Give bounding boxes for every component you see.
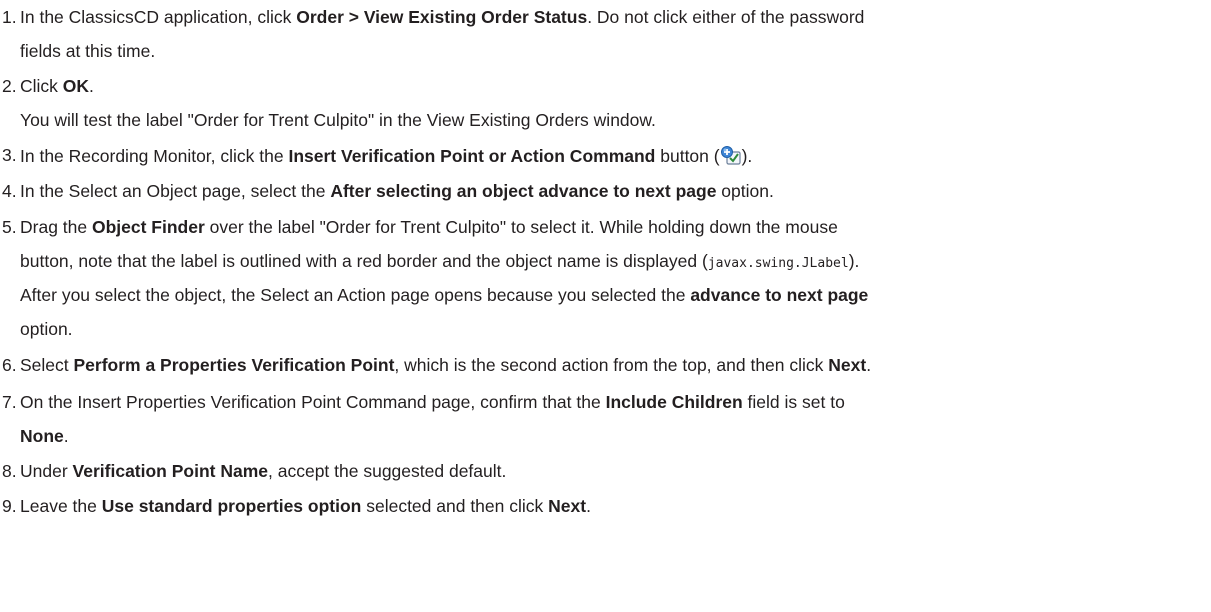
- command-name: Insert Verification Point or Action Comm…: [288, 146, 656, 166]
- field-value: None: [20, 426, 64, 446]
- field-name: Verification Point Name: [72, 461, 268, 481]
- step-number: 3.: [2, 145, 17, 165]
- ok-label: OK: [62, 76, 90, 96]
- step-number: 7.: [2, 392, 17, 412]
- step-number: 2.: [2, 76, 17, 96]
- step-number: 4.: [2, 181, 17, 201]
- option-name: advance to next page: [690, 285, 869, 305]
- step-text-continued: None.: [20, 426, 69, 446]
- step-number: 8.: [2, 461, 17, 481]
- step-text-continued: option.: [20, 319, 73, 339]
- step-text: Click OK.: [20, 76, 94, 96]
- insert-verification-point-icon: [720, 145, 742, 167]
- step-text: In the Recording Monitor, click the Inse…: [20, 145, 753, 167]
- action-name: Perform a Properties Verification Point: [73, 355, 395, 375]
- step-number: 1.: [2, 7, 17, 27]
- step-text: In the ClassicsCD application, click Ord…: [20, 7, 865, 27]
- next-label: Next: [828, 355, 867, 375]
- next-label: Next: [548, 496, 587, 516]
- object-finder-label: Object Finder: [91, 217, 205, 237]
- step-number: 5.: [2, 217, 17, 237]
- step-text: Under Verification Point Name, accept th…: [20, 461, 507, 481]
- option-name: Use standard properties option: [101, 496, 362, 516]
- step-text-continued: fields at this time.: [20, 41, 156, 61]
- step-text-continued: After you select the object, the Select …: [20, 285, 869, 305]
- step-text: Drag the Object Finder over the label "O…: [20, 217, 838, 237]
- step-text: In the Select an Object page, select the…: [20, 181, 774, 201]
- menu-path: Order > View Existing Order Status: [296, 7, 588, 27]
- step-number: 6.: [2, 355, 17, 375]
- option-name: After selecting an object advance to nex…: [330, 181, 717, 201]
- step-note: You will test the label "Order for Trent…: [20, 110, 656, 130]
- step-text-continued: button, note that the label is outlined …: [20, 251, 860, 271]
- step-text: Select Perform a Properties Verification…: [20, 355, 872, 375]
- field-name: Include Children: [605, 392, 743, 412]
- step-text: On the Insert Properties Verification Po…: [20, 392, 845, 412]
- instruction-document: 1. In the ClassicsCD application, click …: [0, 0, 1211, 612]
- step-text: Leave the Use standard properties option…: [20, 496, 591, 516]
- object-class-name: javax.swing.JLabel: [707, 256, 849, 271]
- step-number: 9.: [2, 496, 17, 516]
